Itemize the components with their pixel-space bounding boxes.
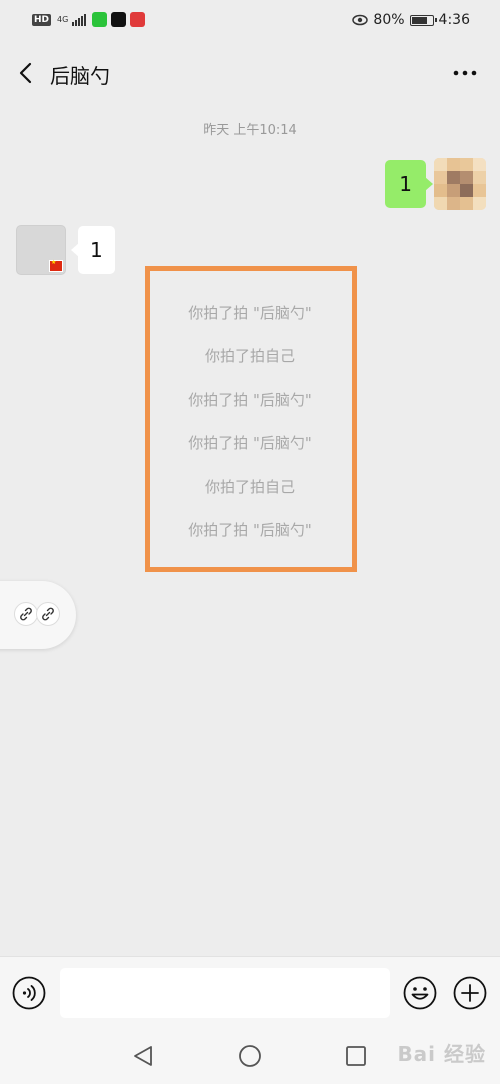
message-input[interactable]: [60, 968, 390, 1018]
more-button[interactable]: [450, 60, 480, 86]
status-right: 80% 4:36: [352, 12, 470, 28]
china-flag-icon: [49, 259, 63, 272]
chat-header: 后脑勺: [0, 42, 500, 104]
blurred-avatar-image: [434, 158, 486, 210]
network-type-label: 4G: [57, 14, 69, 24]
link-icon[interactable]: [14, 602, 38, 626]
more-dots-icon: [453, 70, 477, 76]
signal-icon: [72, 13, 87, 26]
message-timestamp: 昨天 上午10:14: [203, 123, 297, 138]
pat-notification: 你拍了拍 "后脑勺": [188, 304, 312, 322]
emoji-icon: [403, 976, 437, 1010]
hd-icon: HD: [32, 13, 52, 26]
back-button[interactable]: [12, 56, 42, 90]
pat-notification: 你拍了拍自己: [204, 347, 295, 365]
eye-comfort-icon: [352, 14, 369, 26]
voice-icon: [12, 976, 46, 1010]
baidu-watermark: Bai 经验: [397, 1042, 486, 1066]
battery-fill: [411, 16, 427, 24]
pat-notification: 你拍了拍 "后脑勺": [188, 391, 312, 409]
emoji-button[interactable]: [403, 976, 437, 1010]
link-glyph: [20, 607, 32, 621]
nav-recents-icon: [346, 1046, 366, 1066]
self-message-bubble[interactable]: 1: [385, 160, 433, 208]
pat-notification: 你拍了拍 "后脑勺": [188, 521, 312, 539]
voice-button[interactable]: [12, 976, 46, 1010]
system-nav-bar: Bai 经验: [0, 1030, 500, 1084]
battery-icon: [409, 14, 437, 26]
game-app-icon: [130, 12, 146, 27]
floating-window-bar[interactable]: [0, 581, 76, 649]
chevron-left-icon: [19, 62, 32, 84]
pat-notification: 你拍了拍自己: [204, 478, 295, 496]
nav-home-icon: [239, 1045, 261, 1067]
link-icon[interactable]: [36, 602, 60, 626]
nav-back-icon: [134, 1046, 152, 1066]
nav-home-button[interactable]: [238, 1044, 262, 1068]
chat-title: 后脑勺: [50, 64, 110, 88]
contact-message-bubble[interactable]: 1: [71, 226, 115, 274]
douyin-app-icon: [111, 12, 127, 27]
self-avatar[interactable]: [434, 158, 486, 210]
chat-input-bar: [0, 956, 500, 1030]
nav-back-button[interactable]: [131, 1044, 155, 1068]
plus-icon: [453, 976, 487, 1010]
pat-notification: 你拍了拍 "后脑勺": [188, 434, 312, 452]
battery-percent: 80%: [373, 12, 405, 28]
clock: 4:36: [438, 12, 470, 28]
more-functions-button[interactable]: [453, 976, 487, 1010]
nav-recents-button[interactable]: [344, 1044, 368, 1068]
status-bar: HD 4G 80% 4:36: [0, 0, 500, 42]
status-left: HD 4G: [32, 12, 146, 27]
iqiyi-app-icon: [92, 12, 108, 27]
link-glyph: [42, 607, 54, 621]
